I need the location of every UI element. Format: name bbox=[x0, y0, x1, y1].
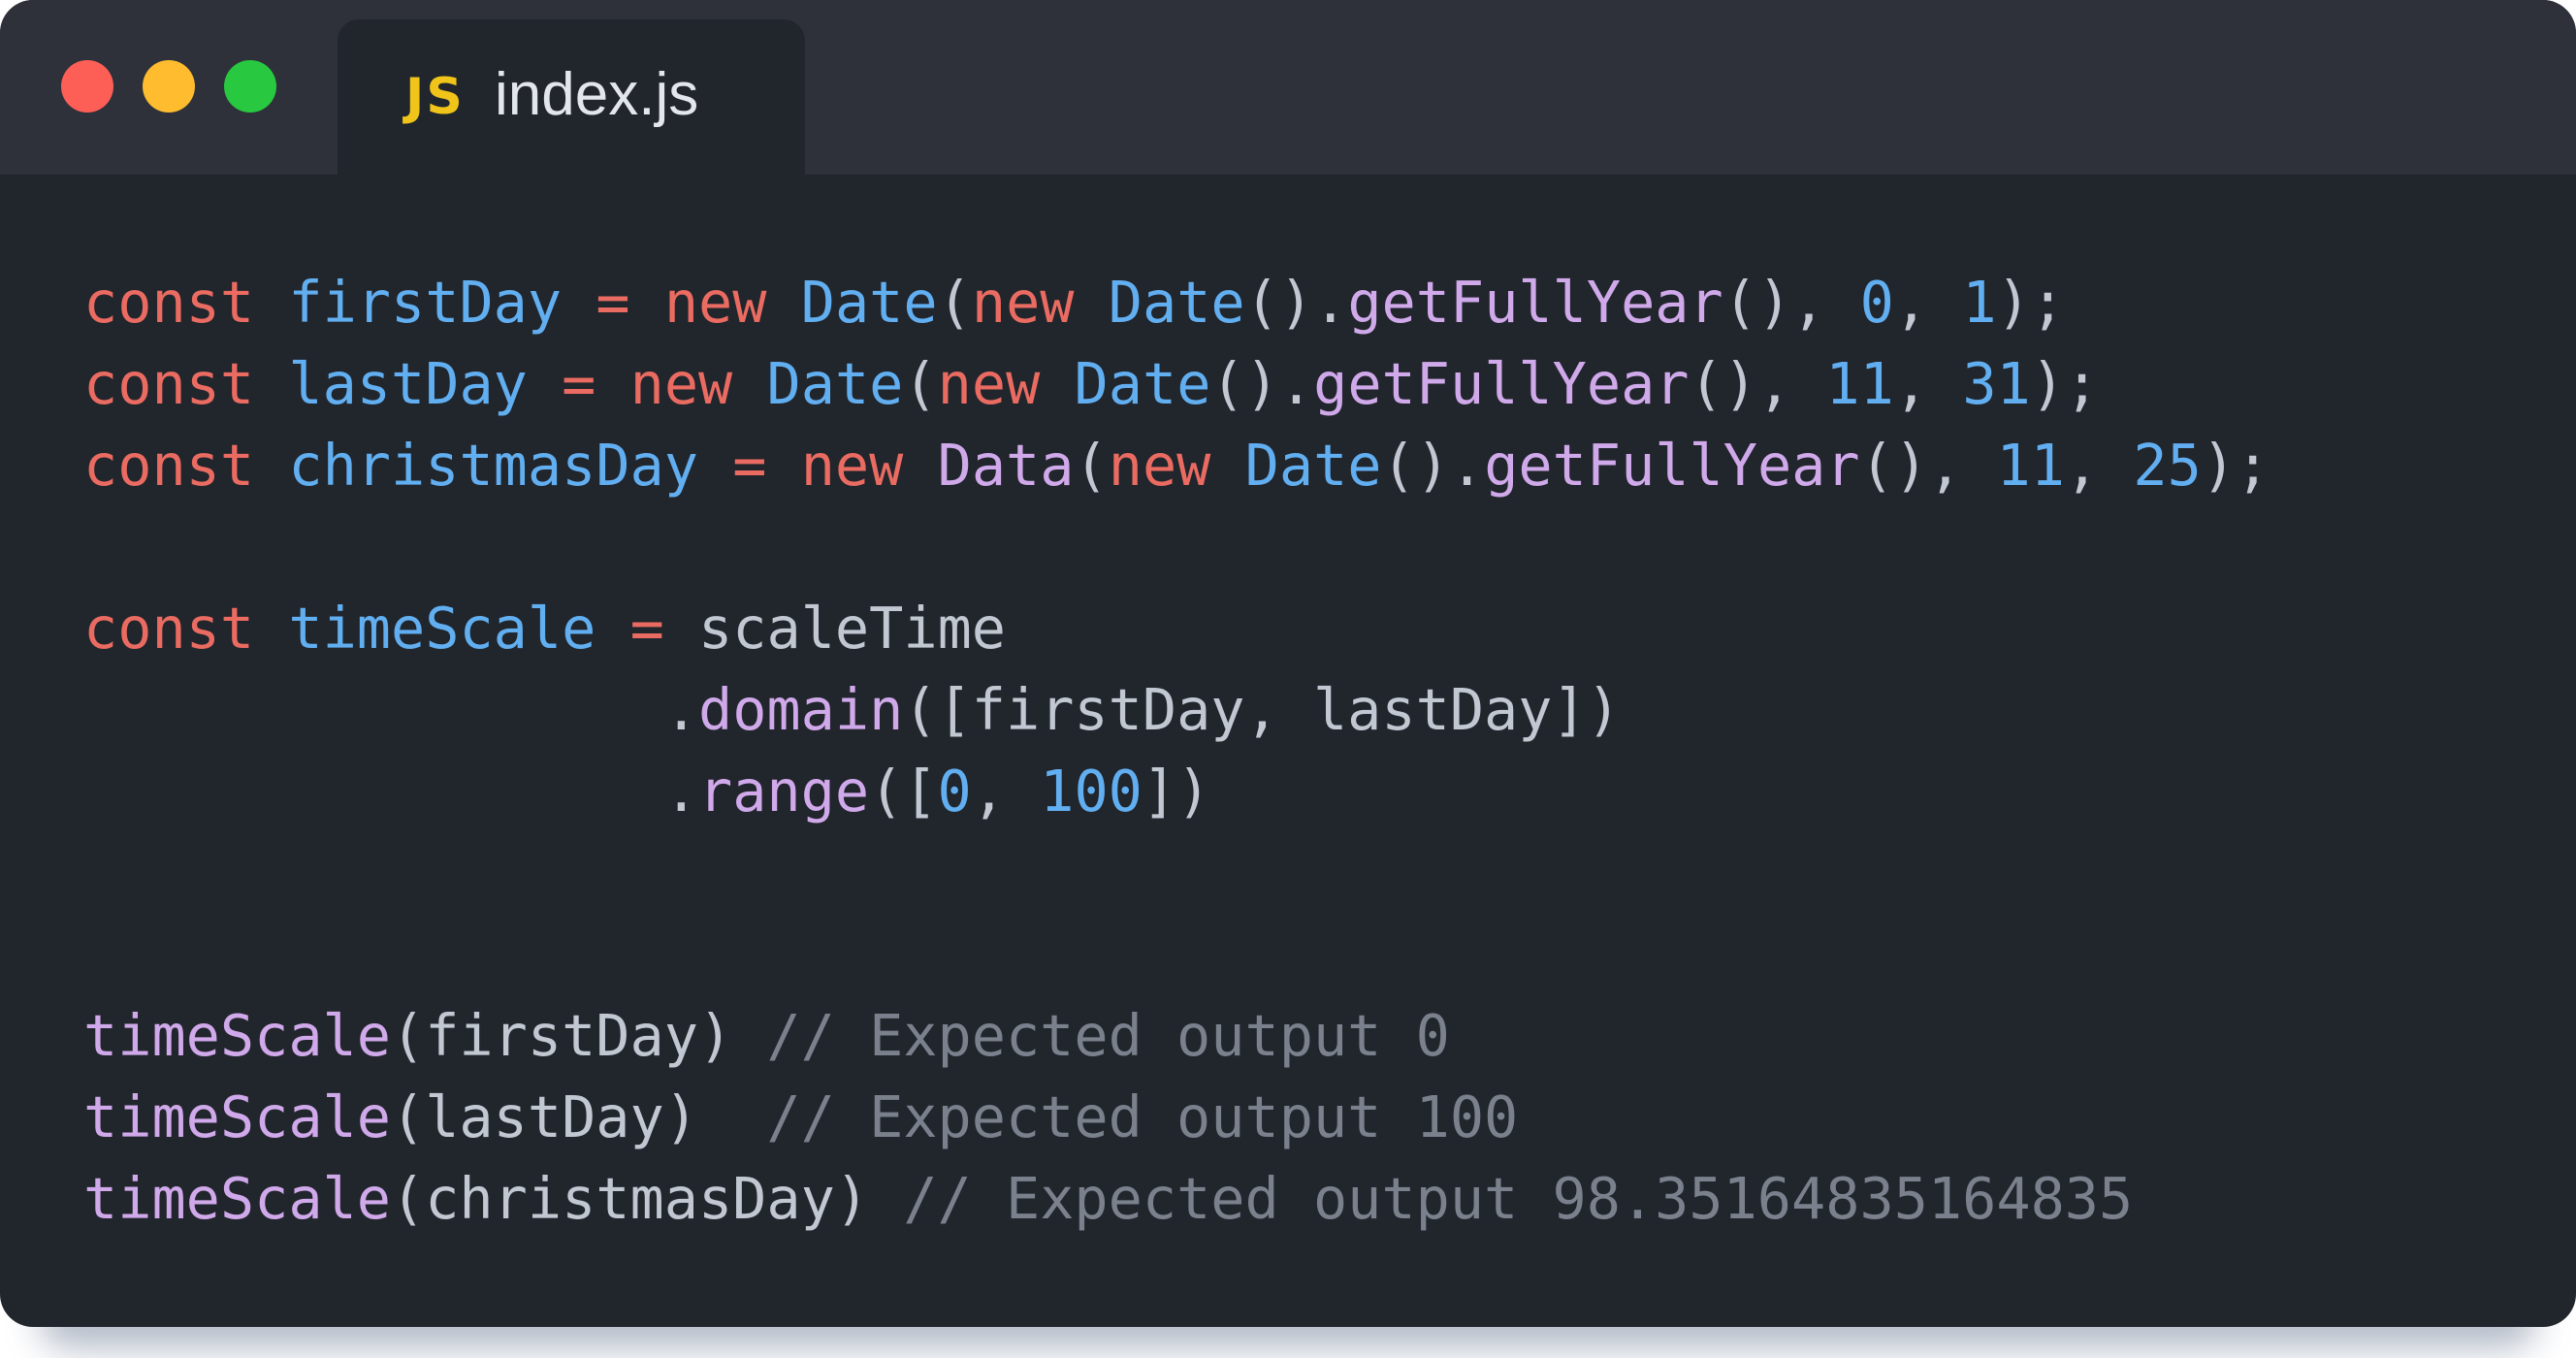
code-line-5: const timeScale = scaleTime bbox=[83, 596, 1007, 662]
minimize-button[interactable] bbox=[143, 60, 195, 113]
code-line-3: const christmasDay = new Data(new Date()… bbox=[83, 433, 2270, 499]
code-line-10: timeScale(firstDay) // Expected output 0 bbox=[83, 1003, 1450, 1069]
code-line-1: const firstDay = new Date(new Date().get… bbox=[83, 270, 2065, 336]
code-editor[interactable]: const firstDay = new Date(new Date().get… bbox=[83, 262, 2270, 1240]
code-line-2: const lastDay = new Date(new Date().getF… bbox=[83, 351, 2100, 417]
code-line-12: timeScale(christmasDay) // Expected outp… bbox=[83, 1166, 2134, 1232]
code-line-11: timeScale(lastDay) // Expected output 10… bbox=[83, 1084, 1519, 1150]
tab-filename: index.js bbox=[495, 61, 699, 128]
code-line-7: .range([0, 100]) bbox=[663, 759, 1211, 824]
title-bar: JS index.js bbox=[0, 0, 2576, 175]
javascript-file-icon: JS bbox=[405, 68, 465, 126]
code-line-4-blank bbox=[83, 506, 2270, 588]
tab-index-js[interactable]: JS index.js bbox=[338, 19, 805, 175]
code-line-8-blank bbox=[83, 832, 2270, 914]
close-button[interactable] bbox=[61, 60, 113, 113]
code-line-9-blank bbox=[83, 914, 2270, 995]
maximize-button[interactable] bbox=[224, 60, 276, 113]
code-window: JS index.js const firstDay = new Date(ne… bbox=[0, 0, 2576, 1327]
code-line-6: .domain([firstDay, lastDay]) bbox=[663, 677, 1621, 743]
